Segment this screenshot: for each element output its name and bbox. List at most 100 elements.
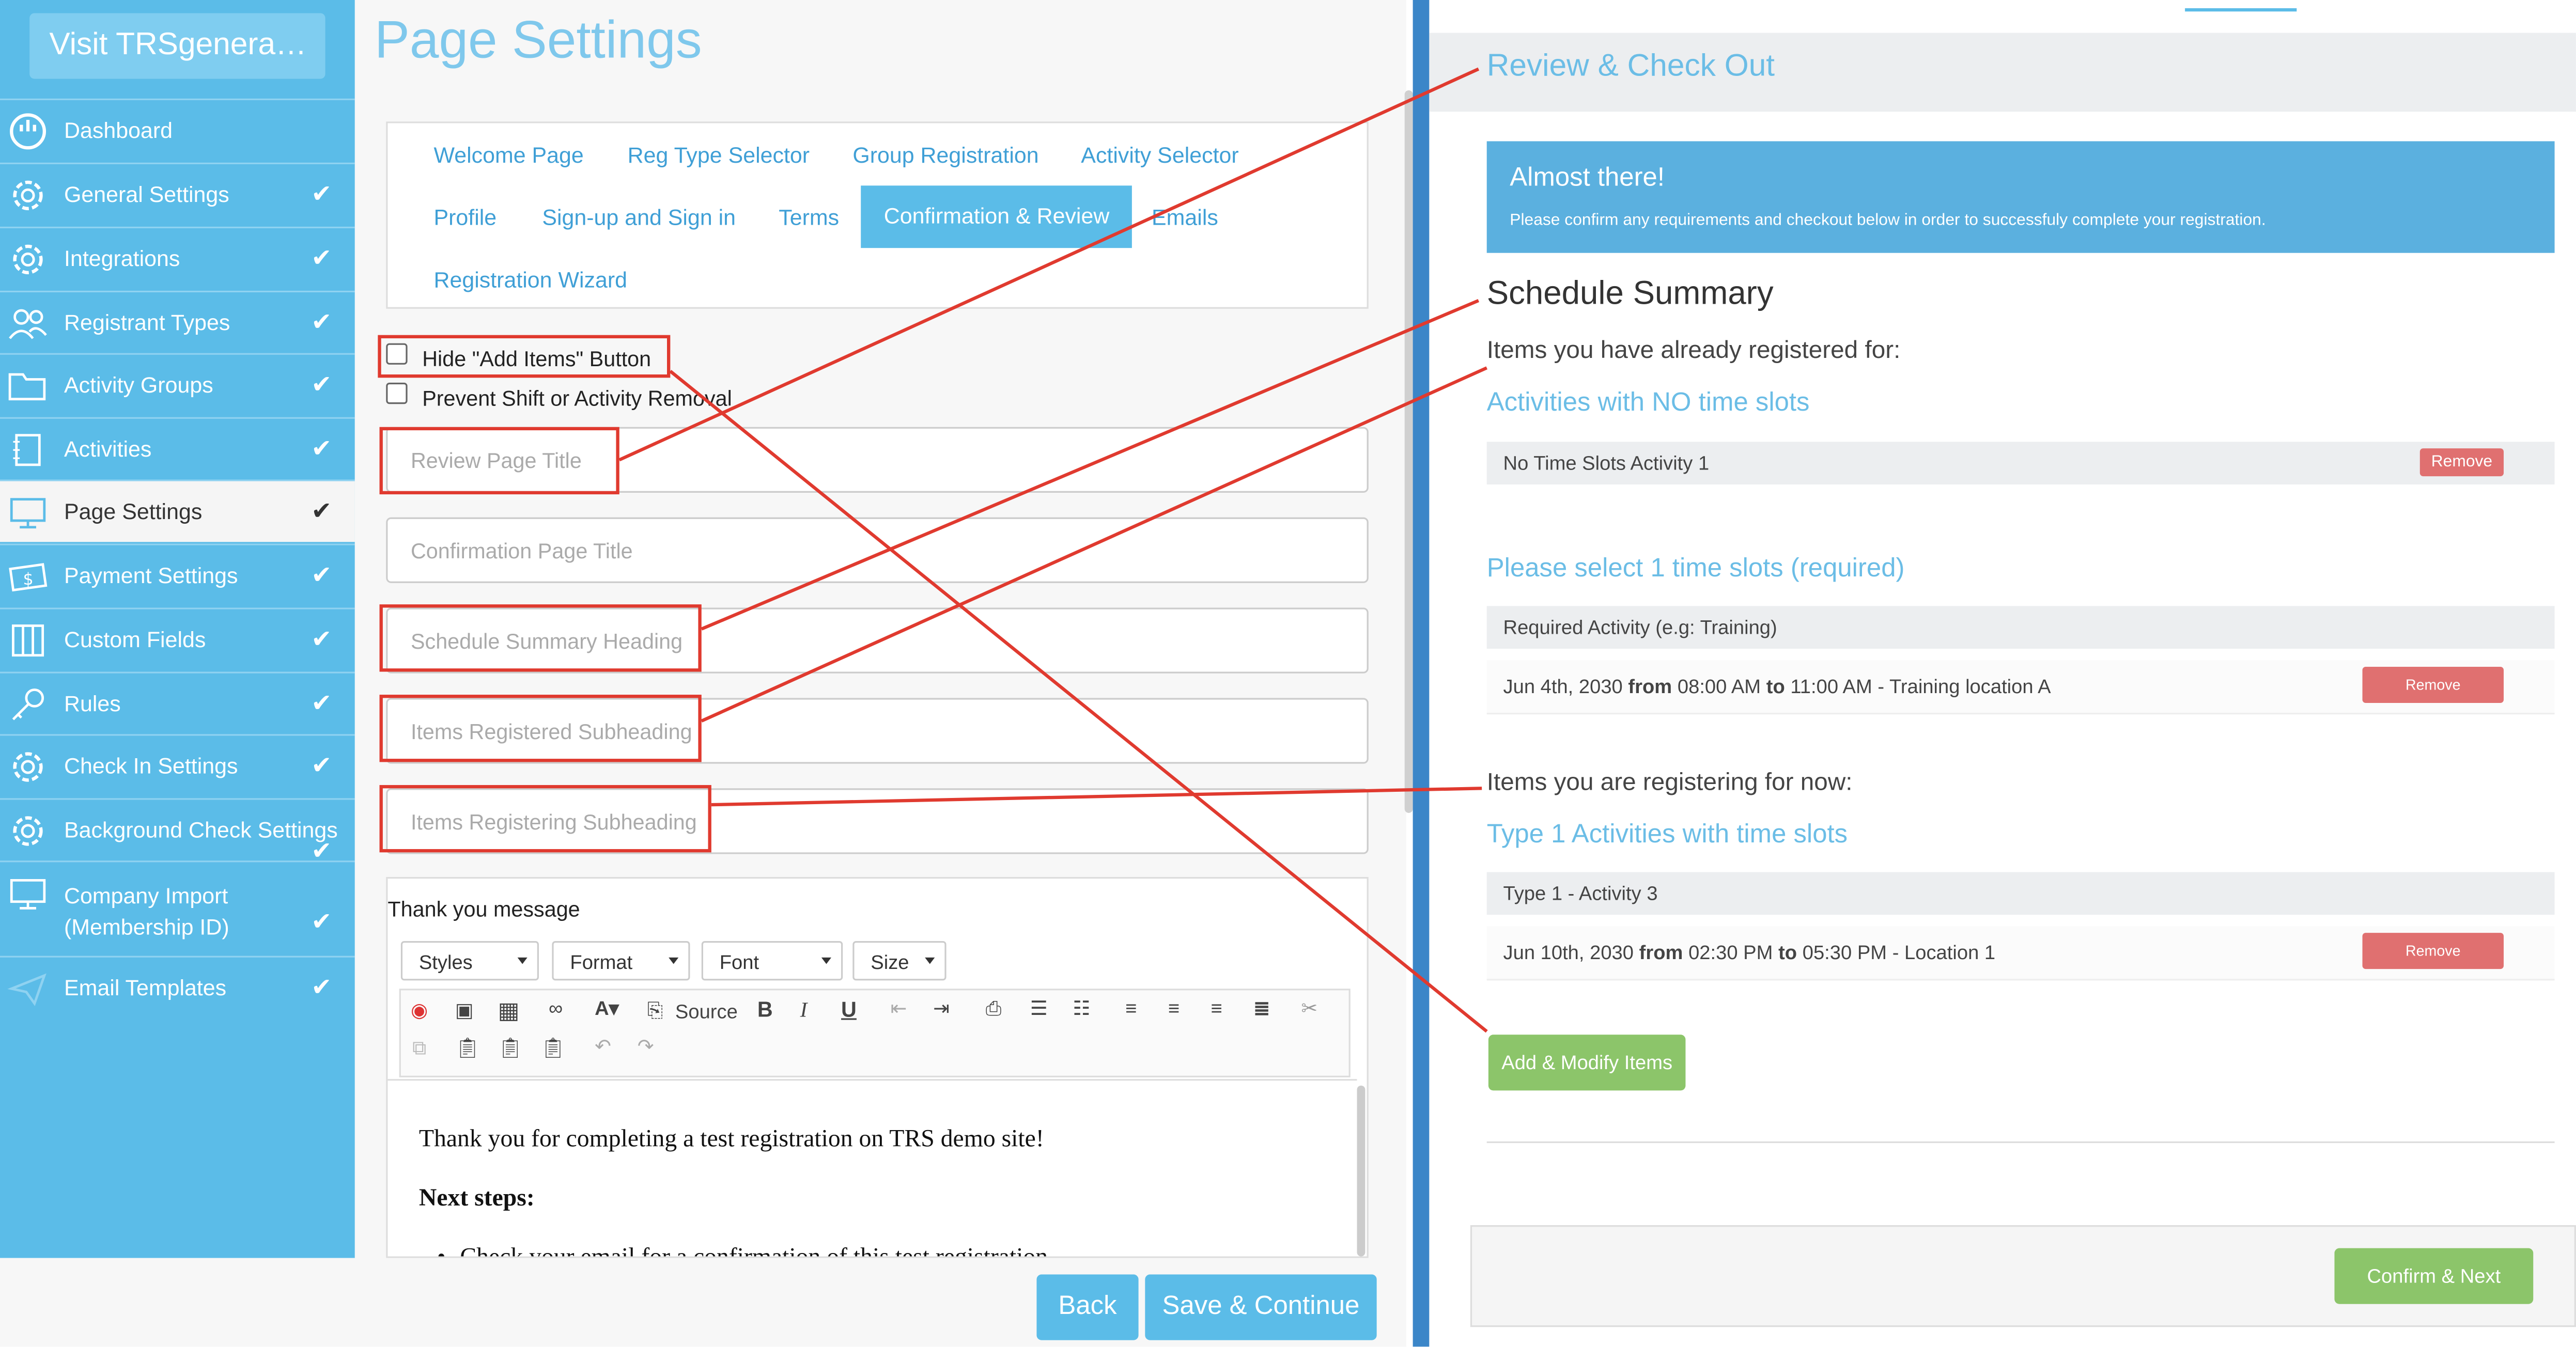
tab-sign-up-sign-in[interactable]: Sign-up and Sign in bbox=[542, 205, 736, 230]
banner-text: Please confirm any requirements and chec… bbox=[1510, 212, 2266, 230]
almost-there-banner: Almost there! Please confirm any require… bbox=[1486, 141, 2555, 253]
dropdown-value: Styles bbox=[418, 951, 473, 974]
sidebar-item-dashboard[interactable]: Dashboard bbox=[0, 98, 355, 161]
sidebar-item-label: Activity Groups bbox=[64, 372, 213, 398]
sidebar-item-email-templates[interactable]: Email Templates ✔ bbox=[0, 956, 355, 1019]
tab-reg-type-selector[interactable]: Reg Type Selector bbox=[628, 143, 810, 168]
save-continue-button[interactable]: Save & Continue bbox=[1145, 1274, 1377, 1340]
visit-site-button[interactable]: Visit TRSgenera… bbox=[29, 13, 325, 79]
remove-button[interactable]: Remove bbox=[2419, 448, 2504, 477]
sidebar-item-integrations[interactable]: Integrations ✔ bbox=[0, 226, 355, 289]
numbered-list-icon[interactable]: ☰ bbox=[1030, 997, 1048, 1020]
add-modify-items-button[interactable]: Add & Modify Items bbox=[1488, 1035, 1686, 1091]
sidebar-item-custom-fields[interactable]: Custom Fields ✔ bbox=[0, 607, 355, 670]
dropdown-value: Size bbox=[871, 951, 909, 974]
check-icon: ✔ bbox=[311, 561, 332, 590]
tab-profile[interactable]: Profile bbox=[433, 205, 496, 230]
sidebar-item-label: Check In Settings bbox=[64, 754, 238, 779]
sidebar-item-label: Integrations bbox=[64, 246, 180, 271]
paste-word-icon[interactable]: 📋︎ bbox=[540, 1036, 565, 1059]
time-slot-row: Jun 10th, 2030 from 02:30 PM to 05:30 PM… bbox=[1486, 926, 2555, 981]
cut-icon[interactable]: ✂ bbox=[1301, 997, 1317, 1020]
paste-icon[interactable]: 📋︎ bbox=[455, 1036, 480, 1059]
image-icon[interactable]: ▣ bbox=[455, 998, 474, 1022]
sidebar-item-label: Activities bbox=[64, 436, 152, 462]
size-dropdown[interactable]: Size bbox=[852, 941, 946, 981]
check-icon: ✔ bbox=[311, 435, 332, 463]
time-slot-row: Jun 4th, 2030 from 08:00 AM to 11:00 AM … bbox=[1486, 660, 2555, 715]
sidebar-item-label: Background Check Settings bbox=[64, 818, 338, 843]
bullet-list-icon[interactable]: ☷ bbox=[1073, 997, 1090, 1020]
sidebar-item-check-in-settings[interactable]: Check In Settings ✔ bbox=[0, 734, 355, 796]
check-icon: ✔ bbox=[311, 497, 332, 526]
key-icon bbox=[12, 688, 44, 721]
bullet-icon: • bbox=[437, 1245, 446, 1258]
caret-down-icon bbox=[669, 957, 679, 964]
source-icon[interactable]: ⎘ bbox=[647, 998, 663, 1023]
placeholder: Confirmation Page Title bbox=[410, 538, 633, 563]
columns-icon bbox=[12, 624, 44, 657]
format-dropdown[interactable]: Format bbox=[552, 941, 690, 981]
outdent-icon[interactable]: ⇤ bbox=[890, 997, 907, 1020]
tab-confirmation-review[interactable]: Confirmation & Review bbox=[861, 185, 1132, 248]
italic-icon[interactable]: I bbox=[800, 997, 808, 1023]
sidebar-item-label: Company Import (Membership ID) bbox=[64, 883, 229, 939]
divider-line bbox=[1486, 1141, 2555, 1144]
tab-emails[interactable]: Emails bbox=[1152, 205, 1218, 230]
sidebar-item-background-check-settings[interactable]: Background Check Settings ✔ bbox=[0, 798, 355, 866]
sidebar-item-general-settings[interactable]: General Settings ✔ bbox=[0, 162, 355, 225]
tab-terms[interactable]: Terms bbox=[779, 205, 839, 230]
tab-group-registration[interactable]: Group Registration bbox=[852, 143, 1038, 168]
paste-text-icon[interactable]: 📋︎ bbox=[498, 1036, 522, 1059]
gear-icon bbox=[13, 816, 43, 846]
annotation-box bbox=[379, 785, 711, 853]
time-slot-text: Jun 4th, 2030 from 08:00 AM to 11:00 AM … bbox=[1503, 675, 2051, 698]
align-right-icon[interactable]: ≡ bbox=[1211, 997, 1222, 1020]
editor-scrollbar[interactable] bbox=[1357, 1085, 1365, 1257]
styles-dropdown[interactable]: Styles bbox=[400, 941, 539, 981]
underline-icon[interactable]: U bbox=[841, 997, 857, 1022]
spellcheck-icon[interactable]: ◉ bbox=[411, 998, 428, 1022]
back-button[interactable]: Back bbox=[1036, 1274, 1139, 1340]
redo-icon[interactable]: ↷ bbox=[638, 1035, 654, 1058]
link-icon[interactable]: ∞ bbox=[549, 997, 563, 1020]
confirmation-page-title-input[interactable]: Confirmation Page Title bbox=[386, 517, 1369, 583]
editor-label: Thank you message bbox=[387, 897, 580, 921]
font-dropdown[interactable]: Font bbox=[701, 941, 843, 981]
confirm-next-button[interactable]: Confirm & Next bbox=[2334, 1248, 2534, 1304]
sidebar-item-registrant-types[interactable]: Registrant Types ✔ bbox=[0, 290, 355, 353]
align-left-icon[interactable]: ≡ bbox=[1125, 997, 1137, 1020]
align-center-icon[interactable]: ≡ bbox=[1168, 997, 1180, 1020]
text-color-icon[interactable]: A▾ bbox=[595, 997, 619, 1020]
sidebar-item-company-import[interactable]: Company Import (Membership ID) ✔ bbox=[0, 860, 355, 956]
slot-location: - Location 1 bbox=[1892, 941, 1996, 964]
sidebar-item-payment-settings[interactable]: $ Payment Settings ✔ bbox=[0, 543, 355, 606]
tab-welcome-page[interactable]: Welcome Page bbox=[433, 143, 583, 168]
sidebar-item-page-settings[interactable]: Page Settings ✔ bbox=[0, 479, 355, 542]
slot-date: Jun 10th, 2030 bbox=[1503, 941, 1634, 964]
tab-activity-selector[interactable]: Activity Selector bbox=[1081, 143, 1238, 168]
print-icon[interactable]: ⎙ bbox=[986, 997, 1002, 1022]
justify-icon[interactable]: ≣ bbox=[1253, 997, 1270, 1020]
remove-button[interactable]: Remove bbox=[2362, 933, 2504, 969]
page-scrollbar[interactable] bbox=[1404, 90, 1413, 813]
indent-icon[interactable]: ⇥ bbox=[933, 997, 950, 1020]
remove-button[interactable]: Remove bbox=[2362, 666, 2504, 703]
bold-icon[interactable]: B bbox=[757, 997, 773, 1022]
source-button[interactable]: Source bbox=[675, 1000, 738, 1023]
prevent-removal-label: Prevent Shift or Activity Removal bbox=[422, 386, 732, 411]
dropdown-value: Format bbox=[570, 951, 633, 974]
editor-heading: Next steps: bbox=[418, 1185, 535, 1212]
copy-icon[interactable]: ⧉ bbox=[412, 1036, 426, 1061]
sidebar-item-activities[interactable]: Activities ✔ bbox=[0, 417, 355, 480]
undo-icon[interactable]: ↶ bbox=[595, 1035, 611, 1058]
annotation-box bbox=[379, 695, 702, 762]
table-icon[interactable]: ▦ bbox=[498, 997, 519, 1025]
sidebar: Visit TRSgenera… Dashboard General Setti… bbox=[0, 0, 355, 1258]
tab-registration-wizard[interactable]: Registration Wizard bbox=[433, 268, 627, 292]
editor-content[interactable]: Thank you for completing a test registra… bbox=[387, 1079, 1357, 1258]
sidebar-item-rules[interactable]: Rules ✔ bbox=[0, 671, 355, 734]
prevent-removal-checkbox[interactable] bbox=[386, 382, 408, 404]
sidebar-item-activity-groups[interactable]: Activity Groups ✔ bbox=[0, 353, 355, 416]
monitor-icon bbox=[10, 498, 46, 529]
